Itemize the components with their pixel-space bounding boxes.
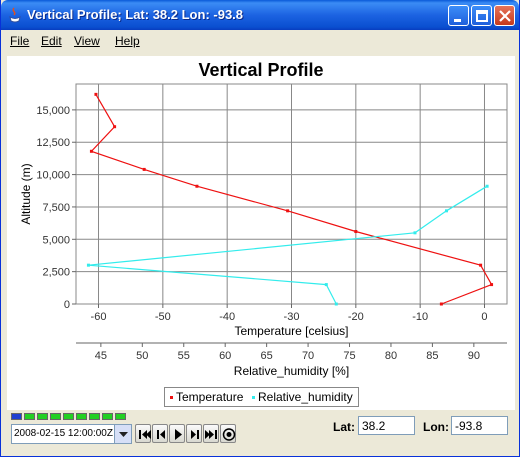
step-forward-button[interactable] [186,424,202,443]
x-tick-label: -30 [284,311,300,323]
go-to-last-button[interactable] [203,424,219,443]
menu-file[interactable]: File [10,34,29,48]
menu-bar: File Edit View Help [2,30,518,52]
vertical-profile-chart[interactable]: 0 2,500 5,000 7,500 10,000 12,500 15,000 -60 -50… [7,56,515,410]
data-point-relative-humidity[interactable] [444,209,448,213]
time-step-box[interactable] [89,413,100,420]
legend-marker-relative-humidity [252,396,255,400]
y-tick-label: 0 [64,299,70,311]
x2-tick-label: 85 [426,350,438,362]
lon-input[interactable] [451,416,508,435]
x-tick-label: -20 [348,311,364,323]
data-point-temperature[interactable] [89,149,93,153]
x2-tick-label: 65 [261,350,273,362]
lon-label: Lon: [423,420,449,434]
data-point-temperature[interactable] [490,283,494,287]
step-forward-icon [191,430,199,439]
minimize-icon [454,19,461,22]
date-time-select[interactable]: 2008-02-15 12:00:00Z [11,424,132,444]
y-tick-label: 12,500 [36,137,70,149]
close-icon [499,10,511,22]
lat-input[interactable] [358,416,415,435]
y-tick-label: 7,500 [42,202,70,214]
go-to-first-button[interactable] [135,424,151,443]
last-frame-icon [205,430,217,439]
legend-entry-relative-humidity: Relative_humidity [252,390,353,404]
data-point-temperature[interactable] [195,184,199,188]
chevron-down-icon [119,432,128,437]
data-point-temperature[interactable] [94,92,98,96]
time-step-box[interactable] [76,413,87,420]
x-tick-label: 0 [481,311,487,323]
data-point-relative-humidity[interactable] [324,283,328,287]
y-tick-label: 15,000 [36,105,70,117]
data-point-relative-humidity[interactable] [485,184,489,188]
data-point-temperature[interactable] [354,230,358,234]
data-point-temperature[interactable] [479,263,483,267]
animation-settings-button[interactable] [220,424,236,443]
x2-tick-label: 70 [302,350,314,362]
play-icon [175,429,182,440]
maximize-icon [476,10,488,22]
data-point-temperature[interactable] [113,125,117,129]
y-tick-label: 10,000 [36,170,70,182]
x2-tick-label: 45 [95,350,107,362]
x2-tick-label: 75 [343,350,355,362]
java-app-icon [9,7,21,23]
chart-legend: Temperature Relative_humidity [164,387,359,407]
time-step-box[interactable] [102,413,113,420]
time-step-box[interactable] [115,413,126,420]
data-point-temperature[interactable] [286,209,290,213]
menu-view[interactable]: View [74,34,100,48]
y-tick-label: 5,000 [42,234,70,246]
y-tick-label: 2,500 [42,267,70,279]
x-tick-label: -40 [219,311,235,323]
x-axis-label-relative-humidity: Relative_humidity [%] [234,364,349,378]
settings-gear-icon [222,428,236,441]
menu-help[interactable]: Help [115,34,140,48]
lat-label: Lat: [333,420,355,434]
x2-tick-label: 55 [178,350,190,362]
x-tick-label: -60 [91,311,107,323]
x-tick-label: -50 [155,311,171,323]
x2-tick-label: 80 [385,350,397,362]
time-step-box[interactable] [11,413,22,420]
minimize-button[interactable] [448,5,469,26]
x2-tick-label: 50 [136,350,148,362]
time-step-box[interactable] [37,413,48,420]
maximize-button[interactable] [471,5,492,26]
data-point-temperature[interactable] [142,167,146,171]
data-point-relative-humidity[interactable] [413,231,417,235]
title-bar[interactable]: Vertical Profile; Lat: 38.2 Lon: -93.8 [1,0,519,30]
time-step-box[interactable] [50,413,61,420]
x-tick-label: -10 [412,311,428,323]
first-frame-icon [139,430,151,439]
play-button[interactable] [169,424,185,443]
time-step-box[interactable] [63,413,74,420]
time-step-box[interactable] [24,413,35,420]
step-back-icon [157,430,165,439]
y-axis-label: Altitude (m) [19,163,33,224]
profile-window: Vertical Profile; Lat: 38.2 Lon: -93.8 F… [0,0,520,457]
x2-tick-label: 60 [219,350,231,362]
x-axis-label-temperature: Temperature [celsius] [234,324,348,338]
data-point-relative-humidity[interactable] [86,263,90,267]
menu-edit[interactable]: Edit [41,34,62,48]
close-button[interactable] [494,5,515,26]
legend-marker-temperature [170,396,173,400]
data-point-relative-humidity[interactable] [334,302,338,306]
x2-tick-label: 90 [468,350,480,362]
legend-entry-temperature: Temperature [170,390,243,404]
dropdown-arrow-button[interactable] [114,425,131,443]
plot-panel: Vertical Profile 0 2,500 5,000 7,500 10,000 1… [7,56,515,410]
data-point-temperature[interactable] [439,302,443,306]
window-title: Vertical Profile; Lat: 38.2 Lon: -93.8 [27,7,244,22]
step-back-button[interactable] [152,424,168,443]
